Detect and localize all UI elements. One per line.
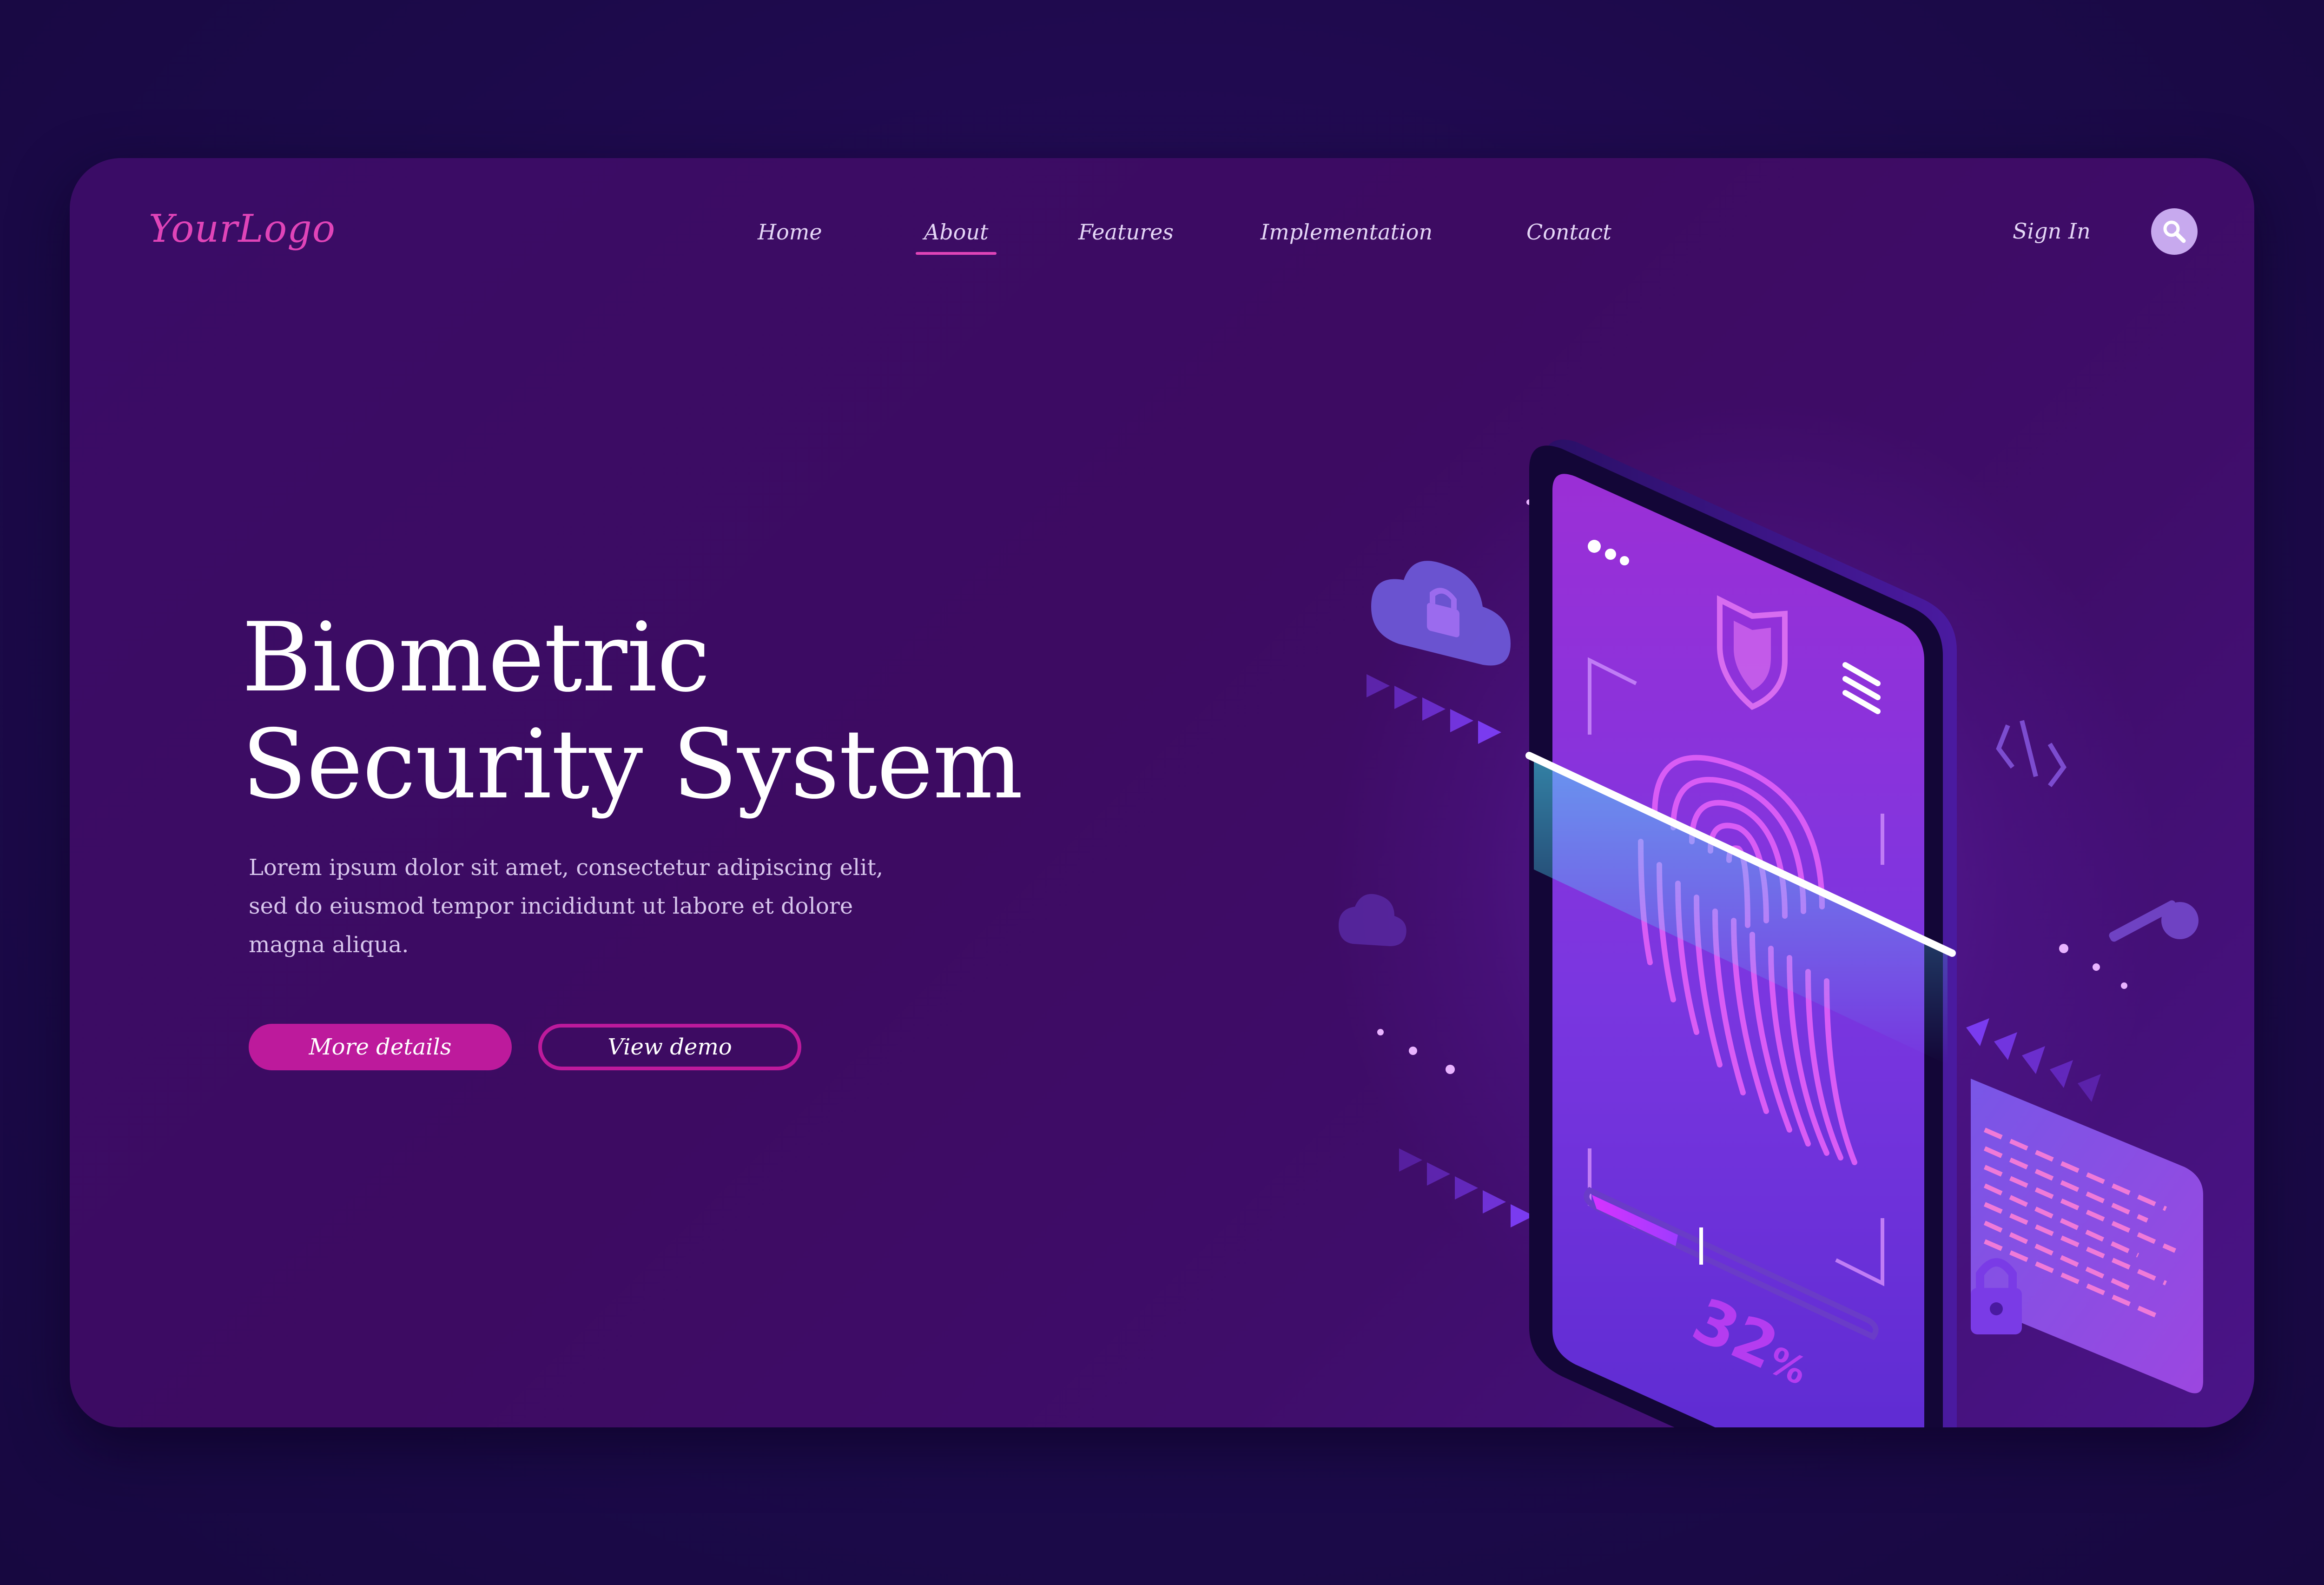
biometric-illustration: 32%: [1339, 439, 2203, 1427]
phone-mockup: 32%: [1525, 439, 1957, 1427]
nav-item-features[interactable]: Features: [1078, 219, 1174, 245]
view-demo-button[interactable]: View demo: [538, 1024, 801, 1070]
status-dot: [1588, 540, 1601, 553]
nav-item-about[interactable]: About: [915, 219, 997, 255]
hero-title: Biometric Security System: [242, 604, 1023, 818]
hero-title-line-2: Security System: [242, 710, 1023, 820]
key-icon: [2109, 900, 2199, 942]
search-icon: [2163, 220, 2186, 243]
more-details-button[interactable]: More details: [249, 1024, 512, 1070]
hero-description: Lorem ipsum dolor sit amet, consectetur …: [249, 849, 946, 964]
nav-item-implementation[interactable]: Implementation: [1261, 219, 1433, 245]
sign-in-link[interactable]: Sign In: [2013, 219, 2091, 244]
logo[interactable]: YourLogo: [149, 207, 336, 251]
hero-description-line-3: magna aliqua.: [249, 932, 409, 958]
nav-item-contact[interactable]: Contact: [1526, 219, 1611, 245]
status-dot: [1620, 556, 1629, 565]
code-icon: [1996, 720, 2067, 787]
hero-title-line-1: Biometric: [242, 603, 710, 713]
data-card: [1971, 1079, 2203, 1393]
cloud-icon: [1339, 894, 1406, 946]
cloud-lock-icon: [1371, 561, 1511, 666]
hero-description-line-2: sed do eiusmod tempor incididunt ut labo…: [249, 893, 853, 919]
search-button[interactable]: [2151, 208, 2198, 255]
landing-card: YourLogo Home About Features Implementat…: [70, 158, 2254, 1427]
nav-item-home[interactable]: Home: [758, 219, 822, 245]
status-dot: [1605, 549, 1616, 560]
hero-description-line-1: Lorem ipsum dolor sit amet, consectetur …: [249, 855, 884, 881]
